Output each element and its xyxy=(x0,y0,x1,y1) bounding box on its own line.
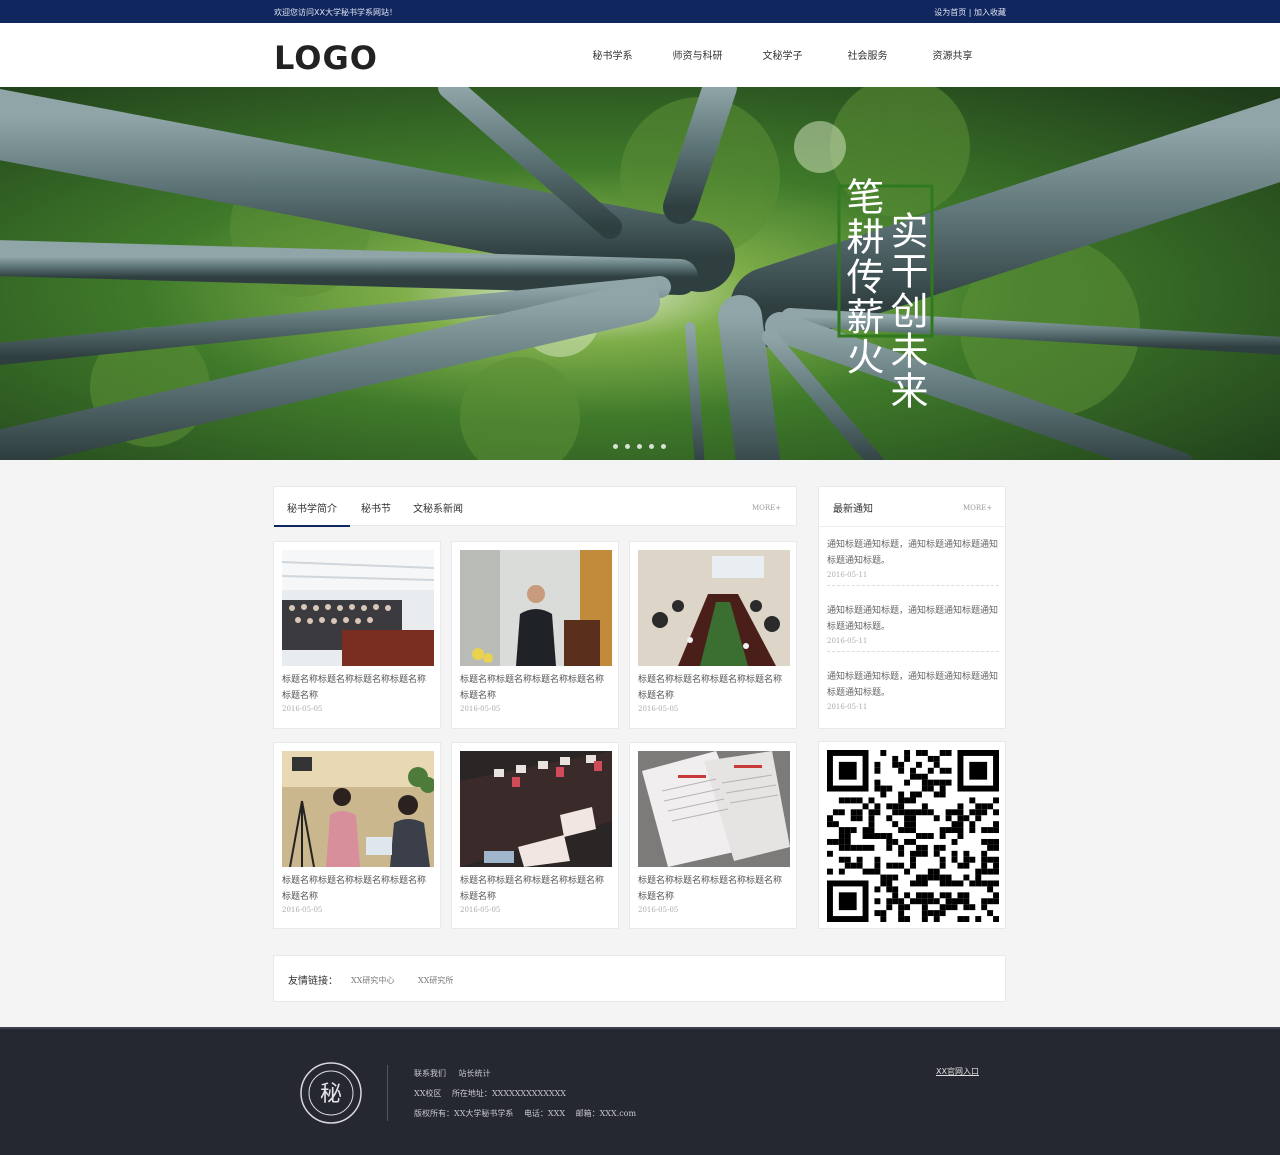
news-title[interactable]: 标题名称标题名称标题名称标题名称标题名称 xyxy=(460,672,612,704)
news-date: 2016-05-05 xyxy=(282,705,323,713)
add-favorite-link[interactable]: 加入收藏 xyxy=(974,8,1006,17)
nav-item-faculty-research[interactable]: 师资与科研 xyxy=(655,47,740,62)
footer-divider xyxy=(387,1065,388,1121)
site-stats-link[interactable]: 站长统计 xyxy=(459,1069,491,1078)
notice-more-link[interactable]: MORE+ xyxy=(963,504,992,512)
nav-item-social-service[interactable]: 社会服务 xyxy=(825,47,910,62)
email-text: 邮箱：XXX.com xyxy=(575,1109,637,1118)
carousel-dot[interactable] xyxy=(649,444,654,449)
site-header: LOGO 秘书学系 师资与科研 文秘学子 社会服务 资源共享 xyxy=(0,23,1280,87)
bamboo-forest-image: 笔耕传薪火 实干创未来 xyxy=(0,87,1280,460)
notice-item-date: 2016-05-11 xyxy=(827,703,868,711)
news-thumbnail[interactable] xyxy=(460,550,612,666)
notice-item[interactable]: 通知标题通知标题，通知标题通知标题通知标题通知标题。 2016-05-11 xyxy=(827,603,999,652)
notice-item-date: 2016-05-11 xyxy=(827,637,868,645)
news-date: 2016-05-05 xyxy=(460,705,501,713)
campus-name: XX校区 xyxy=(414,1089,442,1098)
news-thumbnail[interactable] xyxy=(638,751,790,867)
nav-item-secretary-dept[interactable]: 秘书学系 xyxy=(570,47,655,62)
address-label: 所在地址： xyxy=(451,1089,492,1098)
slogan-right: 实干创未来 xyxy=(884,211,928,411)
news-date: 2016-05-05 xyxy=(638,906,679,914)
news-date: 2016-05-05 xyxy=(460,906,501,914)
hero-banner: 笔耕传薪火 实干创未来 xyxy=(0,87,1280,460)
news-thumbnail[interactable] xyxy=(282,751,434,867)
friend-link[interactable]: XX研究所 xyxy=(418,975,453,986)
notice-item-title[interactable]: 通知标题通知标题，通知标题通知标题通知标题通知标题。 xyxy=(827,537,999,569)
news-tabs-panel: 秘书学简介 秘书节 文秘系新闻 MORE+ xyxy=(273,486,797,527)
qr-code-panel xyxy=(818,741,1006,929)
notice-item[interactable]: 通知标题通知标题，通知标题通知标题通知标题通知标题。 2016-05-11 xyxy=(827,669,999,717)
friend-link[interactable]: XX研究中心 xyxy=(351,975,394,986)
news-title[interactable]: 标题名称标题名称标题名称标题名称标题名称 xyxy=(638,873,790,905)
friend-links-panel: 友情链接： XX研究中心 XX研究所 xyxy=(273,955,1006,1002)
top-bar: 欢迎您访问XX大学秘书学系网站！ 设为首页 | 加入收藏 xyxy=(0,0,1280,23)
news-card[interactable]: 标题名称标题名称标题名称标题名称标题名称 2016-05-05 xyxy=(451,742,619,929)
tab-secretary-day[interactable]: 秘书节 xyxy=(361,500,391,515)
news-title[interactable]: 标题名称标题名称标题名称标题名称标题名称 xyxy=(282,873,434,905)
news-date: 2016-05-05 xyxy=(638,705,679,713)
news-thumbnail[interactable] xyxy=(282,550,434,666)
set-home-link[interactable]: 设为首页 xyxy=(934,8,966,17)
site-footer: 秘 联系我们 站长统计 XX校区 所在地址：XXXXXXXXXXXXX 版权所有… xyxy=(0,1027,1280,1155)
carousel-dots xyxy=(613,444,666,449)
address-value: XXXXXXXXXXXXX xyxy=(491,1089,566,1098)
footer-links: 联系我们 站长统计 xyxy=(414,1068,491,1079)
contact-us-link[interactable]: 联系我们 xyxy=(414,1069,446,1078)
copyright-text: 版权所有：XX大学秘书学系 xyxy=(414,1109,514,1118)
news-thumbnail[interactable] xyxy=(460,751,612,867)
notice-header: 最新通知 MORE+ xyxy=(819,487,1005,527)
nav-item-resources[interactable]: 资源共享 xyxy=(910,47,995,62)
top-links: 设为首页 | 加入收藏 xyxy=(934,7,1006,18)
footer-copyright: 版权所有：XX大学秘书学系 电话：XXX 邮箱：XXX.com xyxy=(414,1108,636,1119)
notice-item-date: 2016-05-11 xyxy=(827,571,868,579)
notice-item-title[interactable]: 通知标题通知标题，通知标题通知标题通知标题通知标题。 xyxy=(827,603,999,635)
footer-address: XX校区 所在地址：XXXXXXXXXXXXX xyxy=(414,1088,566,1099)
news-more-link[interactable]: MORE+ xyxy=(752,504,781,512)
news-title[interactable]: 标题名称标题名称标题名称标题名称标题名称 xyxy=(460,873,612,905)
tab-dept-news[interactable]: 文秘系新闻 xyxy=(413,500,463,515)
official-site-link[interactable]: XX官网入口 xyxy=(936,1066,979,1077)
news-card[interactable]: 标题名称标题名称标题名称标题名称标题名称 2016-05-05 xyxy=(273,742,441,929)
notice-title: 最新通知 xyxy=(833,504,873,515)
tab-intro[interactable]: 秘书学简介 xyxy=(274,500,350,527)
friend-links-label: 友情链接： xyxy=(288,976,338,987)
carousel-dot[interactable] xyxy=(661,444,666,449)
carousel-dot[interactable] xyxy=(625,444,630,449)
carousel-dot[interactable] xyxy=(613,444,618,449)
carousel-dot[interactable] xyxy=(637,444,642,449)
main-nav: 秘书学系 师资与科研 文秘学子 社会服务 资源共享 xyxy=(570,47,995,62)
welcome-text: 欢迎您访问XX大学秘书学系网站！ xyxy=(274,8,397,17)
link-separator: | xyxy=(968,8,972,17)
notice-item[interactable]: 通知标题通知标题，通知标题通知标题通知标题通知标题。 2016-05-11 xyxy=(827,537,999,586)
news-title[interactable]: 标题名称标题名称标题名称标题名称标题名称 xyxy=(282,672,434,704)
nav-item-students[interactable]: 文秘学子 xyxy=(740,47,825,62)
news-card[interactable]: 标题名称标题名称标题名称标题名称标题名称 2016-05-05 xyxy=(629,541,797,729)
news-card[interactable]: 标题名称标题名称标题名称标题名称标题名称 2016-05-05 xyxy=(273,541,441,729)
notice-panel: 最新通知 MORE+ 通知标题通知标题，通知标题通知标题通知标题通知标题。 20… xyxy=(818,486,1006,729)
seal-character: 秘 xyxy=(320,1082,342,1107)
school-seal-icon: 秘 xyxy=(300,1062,362,1124)
phone-text: 电话：XXX xyxy=(523,1109,566,1118)
news-card[interactable]: 标题名称标题名称标题名称标题名称标题名称 2016-05-05 xyxy=(451,541,619,729)
slogan-left: 笔耕传薪火 xyxy=(840,177,884,377)
notice-item-title[interactable]: 通知标题通知标题，通知标题通知标题通知标题通知标题。 xyxy=(827,669,999,701)
site-logo[interactable]: LOGO xyxy=(274,39,378,77)
news-date: 2016-05-05 xyxy=(282,906,323,914)
news-title[interactable]: 标题名称标题名称标题名称标题名称标题名称 xyxy=(638,672,790,704)
news-thumbnail[interactable] xyxy=(638,550,790,666)
news-card[interactable]: 标题名称标题名称标题名称标题名称标题名称 2016-05-05 xyxy=(629,742,797,929)
qr-code-image xyxy=(827,750,999,922)
